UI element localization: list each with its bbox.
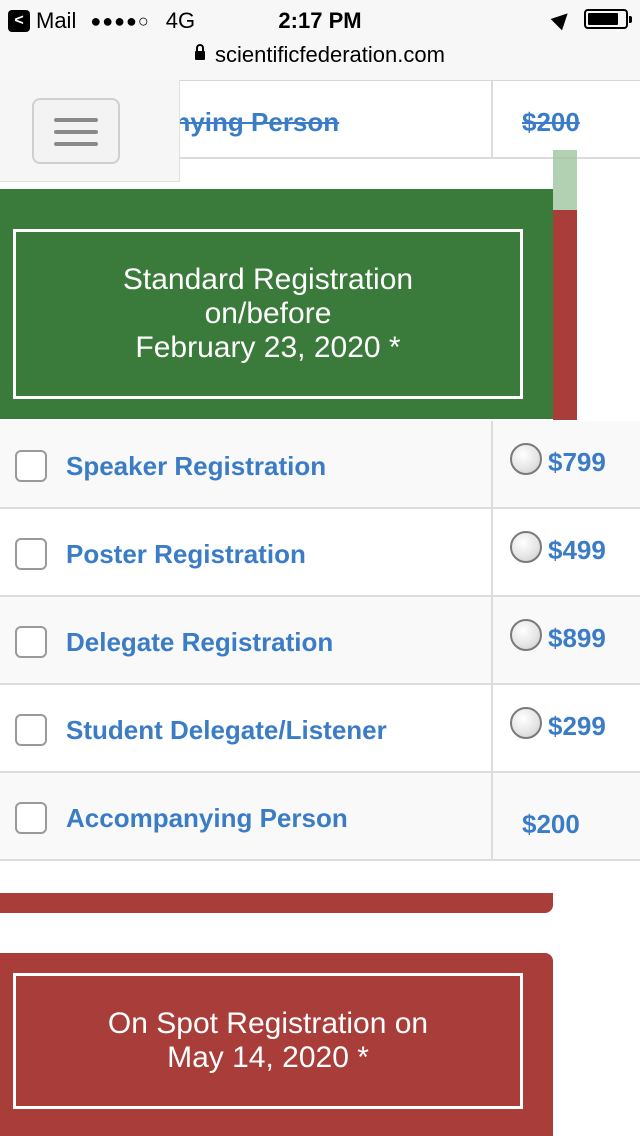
checkbox[interactable] — [15, 802, 47, 834]
checkbox[interactable] — [15, 450, 47, 482]
row-label[interactable]: Poster Registration — [66, 539, 306, 570]
row-label[interactable]: Student Delegate/Listener — [66, 715, 387, 746]
table-row[interactable]: Accompanying Person $200 — [0, 773, 640, 861]
radio-button[interactable] — [510, 443, 542, 475]
onspot-title-line1: On Spot Registration on — [107, 1007, 429, 1040]
status-right — [550, 7, 632, 31]
row-price: $799 — [548, 447, 606, 477]
row-label[interactable]: Speaker Registration — [66, 451, 326, 482]
row-price: $499 — [548, 535, 606, 565]
column-divider — [491, 81, 493, 157]
column-divider — [491, 773, 493, 859]
nav-toggle-container — [0, 80, 180, 182]
location-arrow-icon — [550, 7, 574, 31]
column-divider — [491, 509, 493, 595]
standard-title-line1: Standard Registration — [122, 263, 414, 296]
menu-button[interactable] — [32, 98, 120, 164]
status-bar: < Mail ●●●●○ 4G 2:17 PM — [0, 0, 640, 40]
column-divider — [491, 685, 493, 771]
battery-icon — [584, 9, 632, 29]
standard-title-line3: February 23, 2020 * — [135, 331, 401, 364]
row-price: $200 — [522, 809, 580, 839]
column-divider — [491, 597, 493, 683]
table-row[interactable]: Student Delegate/Listener $299 — [0, 685, 640, 773]
hamburger-icon — [54, 118, 98, 122]
row-label[interactable]: Accompanying Person — [66, 803, 348, 834]
standard-title-line2: on/before — [204, 297, 332, 330]
column-divider — [491, 421, 493, 507]
card-shadow — [553, 150, 577, 210]
checkbox[interactable] — [15, 714, 47, 746]
table-row[interactable]: Delegate Registration $899 — [0, 597, 640, 685]
standard-title-box: Standard Registration on/before February… — [13, 229, 523, 399]
row-price: $299 — [548, 711, 606, 741]
lock-icon — [195, 43, 206, 60]
url-domain[interactable]: scientificfederation.com — [215, 42, 445, 67]
row-price: $899 — [548, 623, 606, 653]
table-row[interactable]: Speaker Registration $799 — [0, 421, 640, 509]
row-label[interactable]: Delegate Registration — [66, 627, 333, 658]
onspot-title-line2: May 14, 2020 * — [167, 1041, 369, 1074]
hamburger-icon-bar — [54, 130, 98, 134]
radio-button[interactable] — [510, 619, 542, 651]
table-row[interactable]: Poster Registration $499 — [0, 509, 640, 597]
row-price-struck: $200 — [522, 107, 580, 137]
radio-button[interactable] — [510, 707, 542, 739]
status-time: 2:17 PM — [278, 8, 362, 33]
url-bar[interactable]: scientificfederation.com — [0, 40, 640, 81]
card-shadow — [0, 893, 553, 913]
card-shadow — [553, 210, 577, 420]
checkbox[interactable] — [15, 538, 47, 570]
standard-registration-header: Standard Registration on/before February… — [0, 189, 553, 419]
hamburger-icon-bar — [54, 142, 98, 146]
onspot-title-box: On Spot Registration on May 14, 2020 * — [13, 973, 523, 1109]
row-label-struck[interactable]: anying Person — [160, 107, 339, 138]
radio-button[interactable] — [510, 531, 542, 563]
checkbox[interactable] — [15, 626, 47, 658]
onspot-registration-header: On Spot Registration on May 14, 2020 * — [0, 953, 553, 1136]
